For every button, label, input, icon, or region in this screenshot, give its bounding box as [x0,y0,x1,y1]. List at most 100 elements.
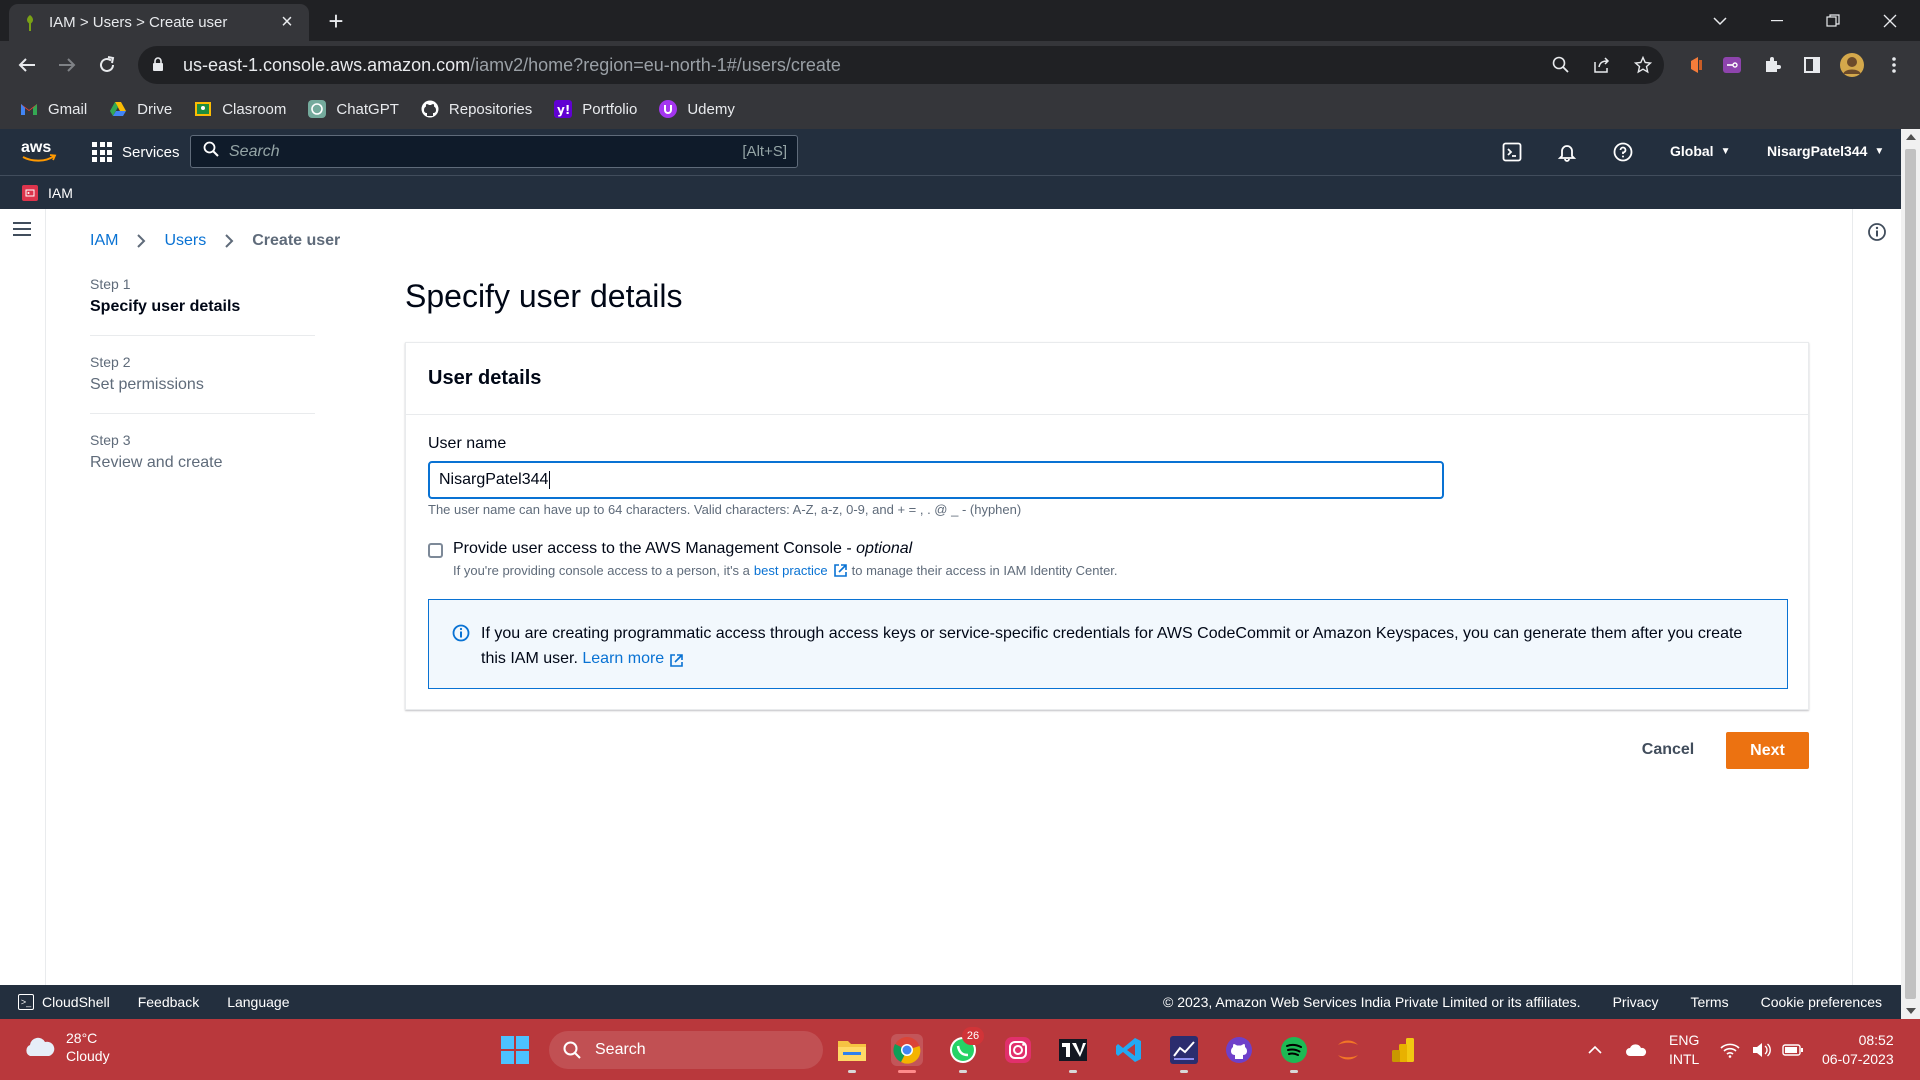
iam-service-icon[interactable] [22,184,38,201]
bookmark-drive[interactable]: Drive [109,100,172,118]
restore-icon[interactable] [1818,6,1848,36]
hamburger-menu-icon[interactable] [13,222,31,236]
scroll-down-arrow-icon[interactable] [1906,1008,1916,1014]
lock-icon[interactable] [152,57,166,73]
terms-link[interactable]: Terms [1690,994,1728,1010]
service-favorites-bar: IAM [0,175,1901,209]
scroll-up-arrow-icon[interactable] [1906,134,1916,140]
file-explorer-icon[interactable] [836,1034,868,1073]
puzzle-icon[interactable] [1758,51,1786,79]
udemy-icon [659,100,678,118]
zoom-icon[interactable] [1547,51,1575,79]
stock-app-icon[interactable] [1168,1034,1200,1073]
wizard-step-3[interactable]: Step 3 Review and create [90,432,315,491]
chrome-menu-icon[interactable] [1880,51,1908,79]
reload-icon[interactable] [92,50,122,80]
breadcrumb-iam[interactable]: IAM [90,232,118,250]
cloudshell-icon[interactable] [1500,140,1524,164]
cookie-preferences-link[interactable]: Cookie preferences [1761,994,1882,1010]
spotify-icon[interactable] [1278,1034,1310,1073]
side-panel-icon[interactable] [1798,51,1826,79]
jupyter-icon[interactable] [1332,1034,1364,1066]
windows-start-icon[interactable] [501,1036,529,1064]
region-selector[interactable]: Global ▼ [1670,143,1730,159]
bookmark-portfolio[interactable]: y! Portfolio [554,100,637,118]
back-arrow-icon[interactable] [12,50,42,80]
instagram-icon[interactable] [1002,1034,1034,1066]
breadcrumb-current: Create user [252,232,341,249]
copyright-text: © 2023, Amazon Web Services India Privat… [1163,994,1581,1010]
page-scrollbar[interactable] [1901,129,1920,1019]
show-hidden-icons-chevron-icon[interactable] [1588,1019,1602,1080]
bell-icon[interactable] [1555,140,1579,164]
wizard-step-1[interactable]: Step 1 Specify user details [90,276,315,336]
services-menu-button[interactable]: Services [92,140,180,164]
address-bar[interactable]: us-east-1.console.aws.amazon.com/iamv2/h… [138,46,1664,84]
volume-icon[interactable] [1751,1019,1771,1080]
step-title: Review and create [90,454,223,471]
profile-avatar-icon[interactable] [1838,51,1866,79]
scrollbar-thumb[interactable] [1905,149,1916,999]
close-window-icon[interactable] [1875,6,1905,36]
feedback-link[interactable]: Feedback [138,994,199,1010]
help-icon[interactable] [1611,140,1635,164]
new-tab-button[interactable]: + [322,8,350,36]
grid-icon [92,142,112,162]
privacy-link[interactable]: Privacy [1613,994,1659,1010]
bookmark-udemy[interactable]: Udemy [659,100,735,118]
bookmark-gmail[interactable]: Gmail [20,100,87,118]
chevron-right-icon [224,233,234,249]
bookmark-repositories[interactable]: Repositories [421,100,532,118]
windows-taskbar: 28°C Cloudy Search 26 ENG INTL 08:52 06-… [0,1019,1920,1080]
console-access-checkbox[interactable] [428,543,443,558]
iam-service-link[interactable]: IAM [48,185,73,201]
weather-widget[interactable]: 28°C Cloudy [22,1029,110,1065]
wifi-icon[interactable] [1720,1019,1740,1080]
taskbar-search[interactable]: Search [549,1031,823,1069]
whatsapp-unread-badge: 26 [962,1027,984,1045]
console-access-option[interactable]: Provide user access to the AWS Managemen… [428,540,912,558]
browser-toolbar: us-east-1.console.aws.amazon.com/iamv2/h… [0,41,1920,89]
minimize-icon[interactable] [1762,6,1792,36]
cloudshell-button[interactable]: >_ CloudShell [18,994,110,1010]
yahoo-icon: y! [554,100,573,118]
account-menu[interactable]: NisargPatel344 ▼ [1767,143,1884,159]
cancel-button[interactable]: Cancel [1628,732,1708,768]
temperature: 28°C [66,1030,98,1046]
extension-orange-icon[interactable] [1682,51,1710,79]
tradingview-icon[interactable] [1057,1034,1089,1073]
drive-icon [109,100,127,118]
tab-search-icon[interactable] [1705,6,1735,36]
breadcrumb-users[interactable]: Users [164,232,206,250]
battery-icon[interactable] [1782,1019,1804,1080]
learn-more-link[interactable]: Learn more [582,646,684,671]
bookmark-classroom[interactable]: Clasroom [194,100,286,118]
next-button[interactable]: Next [1726,732,1809,769]
info-panel-icon[interactable] [1867,222,1887,242]
chrome-icon[interactable] [891,1034,923,1073]
extension-purple-icon[interactable] [1718,51,1746,79]
clock[interactable]: 08:52 06-07-2023 [1822,1019,1894,1080]
wizard-step-2[interactable]: Step 2 Set permissions [90,354,315,414]
info-icon [452,624,470,642]
search-icon [203,141,219,162]
username-label: User name [428,435,507,452]
bookmark-chatgpt[interactable]: ChatGPT [308,100,399,118]
bookmark-star-icon[interactable] [1629,51,1657,79]
aws-logo[interactable]: aws [20,137,58,165]
best-practice-link[interactable]: best practice [754,563,848,578]
aws-search-input[interactable]: Search [Alt+S] [190,135,798,168]
console-access-label[interactable]: Provide user access to the AWS Managemen… [453,540,912,558]
step-title: Specify user details [90,298,241,315]
browser-tab-active[interactable]: IAM > Users > Create user × [9,4,309,41]
github-desktop-icon[interactable] [1223,1034,1255,1066]
vscode-icon[interactable] [1113,1034,1145,1066]
forward-arrow-icon[interactable] [52,50,82,80]
tab-close-icon[interactable]: × [277,11,297,33]
power-bi-icon[interactable] [1387,1034,1419,1066]
onedrive-icon[interactable] [1625,1019,1647,1080]
language-link[interactable]: Language [227,994,289,1010]
username-input[interactable]: NisargPatel344 [428,461,1444,499]
share-icon[interactable] [1588,51,1616,79]
language-indicator[interactable]: ENG INTL [1669,1019,1699,1080]
